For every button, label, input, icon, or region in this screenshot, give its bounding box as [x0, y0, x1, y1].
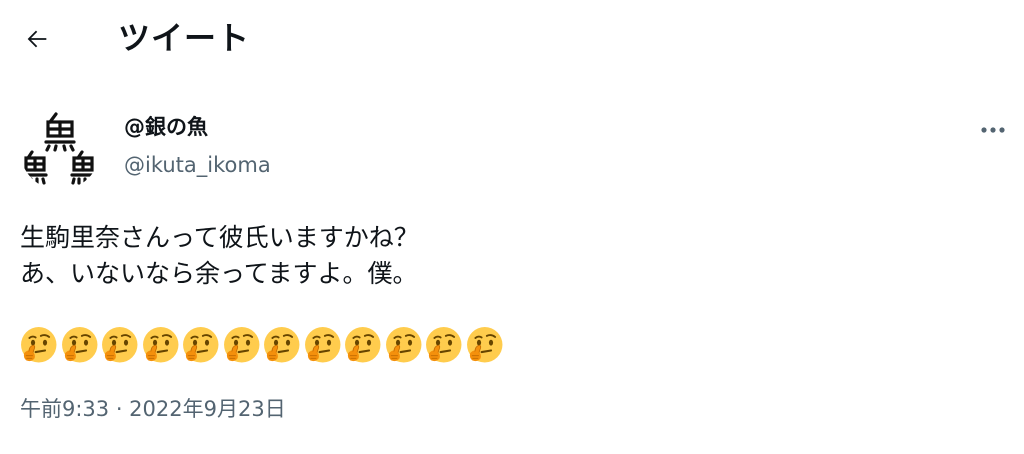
- thinking-face-emoji: [426, 327, 462, 363]
- tweet-timestamp[interactable]: 午前9:33 · 2022年9月23日: [20, 394, 286, 424]
- thinking-face-emoji: [102, 327, 138, 363]
- thinking-face-emoji: [304, 327, 340, 363]
- avatar[interactable]: [20, 110, 100, 190]
- thinking-face-emoji: [385, 327, 421, 363]
- tweet-header: ツイート: [0, 0, 1024, 80]
- arrow-left-icon: [27, 30, 47, 48]
- author-handle[interactable]: @ikuta_ikoma: [124, 150, 271, 180]
- thinking-face-emoji: [466, 327, 502, 363]
- page-title: ツイート: [118, 19, 251, 57]
- more-options-button[interactable]: [968, 112, 1018, 148]
- more-horizontal-icon: [981, 127, 1005, 133]
- kanji-avatar-icon: [20, 110, 100, 190]
- thinking-face-emoji: [142, 327, 178, 363]
- thinking-face-emoji: [61, 327, 97, 363]
- thinking-face-emoji: [183, 327, 219, 363]
- emoji-row: [20, 326, 503, 364]
- author-display-name[interactable]: @銀の魚: [124, 112, 208, 142]
- back-button[interactable]: [14, 16, 60, 62]
- thinking-face-emoji: [345, 327, 381, 363]
- thinking-face-emoji: [21, 327, 57, 363]
- tweet-text: 生駒里奈さんって彼氏いますかね？ あ、いないなら余ってますよ。僕。: [20, 223, 419, 288]
- thinking-face-emoji: [264, 327, 300, 363]
- thinking-face-emoji: [223, 327, 259, 363]
